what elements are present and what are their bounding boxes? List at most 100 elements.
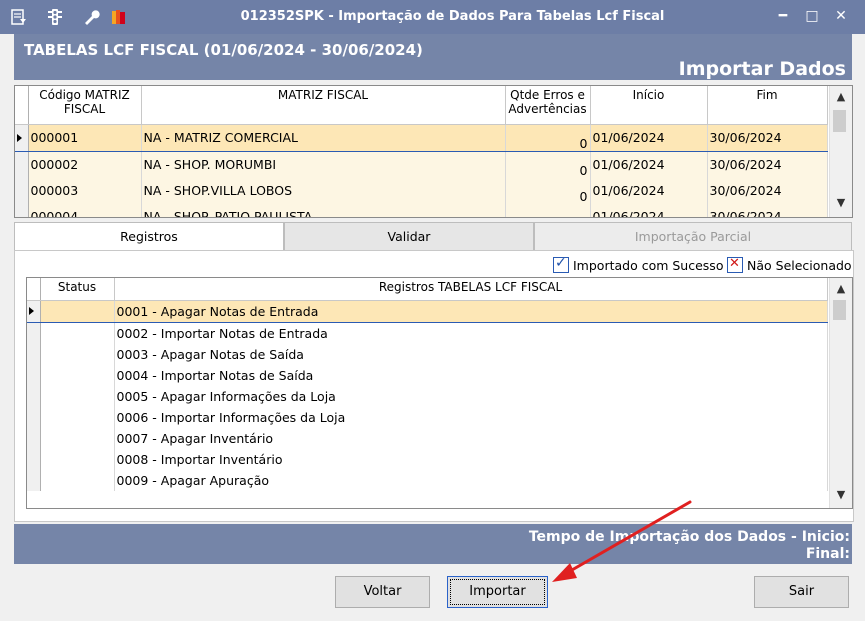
scroll-thumb[interactable] [833, 300, 846, 320]
import-time-bar: Tempo de Importação dos Dados - Inicio: … [14, 524, 852, 564]
window-titlebar: 012352SPK - Importação de Dados Para Tab… [0, 0, 865, 34]
list-item[interactable]: 0003 - Apagar Notas de Saída [27, 343, 828, 365]
cell-status[interactable] [40, 448, 115, 470]
cell-fim[interactable]: 30/06/2024 [707, 123, 828, 152]
list-item[interactable]: 0008 - Importar Inventário [27, 448, 828, 470]
cell-registro[interactable]: 0004 - Importar Notas de Saída [114, 364, 828, 386]
cell-status[interactable] [40, 469, 115, 491]
list-item[interactable]: 0002 - Importar Notas de Entrada [27, 322, 828, 344]
column-header-codigo[interactable]: Código MATRIZ FISCAL [28, 86, 142, 125]
cell-inicio[interactable]: 01/06/2024 [590, 123, 708, 152]
table-row[interactable]: 000002 NA - SHOP. MORUMBI 0 01/06/2024 3… [15, 151, 828, 178]
list-item[interactable]: 0006 - Importar Informações da Loja [27, 406, 828, 428]
cell-fim[interactable]: 30/06/2024 [707, 177, 828, 204]
table-row[interactable]: 000003 NA - SHOP.VILLA LOBOS 0 01/06/202… [15, 177, 828, 204]
checked-checkbox-icon [553, 255, 569, 273]
legend-not-selected-label: Não Selecionado [747, 258, 852, 273]
cell-registro[interactable]: 0007 - Apagar Inventário [114, 427, 828, 449]
cell-matriz[interactable]: NA - SHOP. MORUMBI [141, 151, 506, 178]
traffic-light-icon[interactable] [46, 8, 64, 26]
cell-registro[interactable]: 0009 - Apagar Apuração [114, 469, 828, 491]
column-header-erros[interactable]: Qtde Erros e Advertências [505, 86, 591, 125]
column-header-inicio[interactable]: Início [590, 86, 708, 125]
registros-grid[interactable]: Status Registros TABELAS LCF FISCAL 0001… [26, 277, 853, 509]
minimize-button[interactable]: ━ [772, 6, 794, 26]
column-header-matriz[interactable]: MATRIZ FISCAL [141, 86, 506, 125]
current-row-arrow-icon [29, 307, 34, 315]
cell-codigo[interactable]: 000004 [28, 203, 142, 217]
scroll-down-icon[interactable]: ▼ [830, 488, 852, 504]
cell-status[interactable] [40, 322, 115, 344]
cell-status[interactable] [40, 406, 115, 428]
row-indicator [15, 177, 29, 204]
cell-inicio[interactable]: 01/06/2024 [590, 151, 708, 178]
cell-erros[interactable]: 0 [505, 177, 591, 204]
matriz-grid-scrollbar[interactable]: ▲ ▼ [829, 86, 852, 217]
cell-codigo[interactable]: 000001 [28, 123, 142, 152]
tab-registros[interactable]: Registros [14, 222, 284, 251]
wrench-icon[interactable] [82, 8, 100, 26]
legend-success: Importado com Sucesso [553, 255, 723, 273]
books-icon[interactable] [110, 8, 128, 26]
cell-matriz[interactable]: NA - SHOP. PATIO PAULISTA [141, 203, 506, 217]
maximize-button[interactable]: □ [801, 6, 823, 26]
header-banner: TABELAS LCF FISCAL (01/06/2024 - 30/06/2… [14, 34, 852, 80]
cell-status[interactable] [40, 299, 115, 323]
tab-strip: Registros Validar Importação Parcial [14, 222, 852, 251]
row-indicator [27, 469, 41, 491]
cell-erros[interactable]: 0 [505, 151, 591, 178]
cell-registro[interactable]: 0005 - Apagar Informações da Loja [114, 385, 828, 407]
window-title: 012352SPK - Importação de Dados Para Tab… [240, 9, 665, 24]
column-header-registros[interactable]: Registros TABELAS LCF FISCAL [114, 278, 828, 301]
importar-button[interactable]: Importar [447, 576, 548, 608]
cell-status[interactable] [40, 385, 115, 407]
cell-inicio[interactable]: 01/06/2024 [590, 177, 708, 204]
cell-fim[interactable]: 30/06/2024 [707, 203, 828, 217]
cell-registro[interactable]: 0006 - Importar Informações da Loja [114, 406, 828, 428]
cell-matriz[interactable]: NA - SHOP.VILLA LOBOS [141, 177, 506, 204]
unchecked-x-icon [727, 256, 743, 273]
list-item[interactable]: 0001 - Apagar Notas de Entrada [27, 299, 828, 323]
scroll-down-icon[interactable]: ▼ [830, 196, 852, 212]
import-time-start-label: Tempo de Importação dos Dados - Inicio: [528, 529, 850, 545]
cell-registro[interactable]: 0002 - Importar Notas de Entrada [114, 322, 828, 344]
report-icon[interactable] [10, 8, 28, 26]
cell-erros[interactable]: 0 [505, 123, 591, 152]
column-header-status[interactable]: Status [40, 278, 115, 301]
row-indicator [27, 364, 41, 386]
close-button[interactable]: ✕ [830, 6, 852, 26]
scroll-up-icon[interactable]: ▲ [830, 90, 852, 106]
cell-registro[interactable]: 0008 - Importar Inventário [114, 448, 828, 470]
row-indicator [27, 343, 41, 365]
row-indicator [27, 427, 41, 449]
table-row[interactable]: 000004 NA - SHOP. PATIO PAULISTA 01/06/2… [15, 203, 828, 217]
list-item[interactable]: 0009 - Apagar Apuração [27, 469, 828, 491]
list-item[interactable]: 0005 - Apagar Informações da Loja [27, 385, 828, 407]
cell-matriz[interactable]: NA - MATRIZ COMERCIAL [141, 123, 506, 152]
cell-status[interactable] [40, 427, 115, 449]
matriz-grid[interactable]: Código MATRIZ FISCAL MATRIZ FISCAL Qtde … [14, 85, 853, 218]
cell-inicio[interactable]: 01/06/2024 [590, 203, 708, 217]
column-header-fim[interactable]: Fim [707, 86, 828, 125]
page-title: Importar Dados [678, 58, 846, 80]
cell-registro[interactable]: 0001 - Apagar Notas de Entrada [114, 299, 828, 323]
table-row[interactable]: 000001 NA - MATRIZ COMERCIAL 0 01/06/202… [15, 123, 828, 152]
row-indicator [15, 123, 29, 152]
list-item[interactable]: 0007 - Apagar Inventário [27, 427, 828, 449]
row-indicator [15, 151, 29, 178]
cell-codigo[interactable]: 000003 [28, 177, 142, 204]
voltar-button[interactable]: Voltar [335, 576, 430, 608]
tab-validar[interactable]: Validar [284, 222, 534, 251]
cell-registro[interactable]: 0003 - Apagar Notas de Saída [114, 343, 828, 365]
cell-status[interactable] [40, 343, 115, 365]
cell-codigo[interactable]: 000002 [28, 151, 142, 178]
current-row-arrow-icon [17, 133, 22, 142]
scroll-up-icon[interactable]: ▲ [830, 282, 852, 298]
cell-erros[interactable] [505, 203, 591, 217]
cell-status[interactable] [40, 364, 115, 386]
registros-grid-scrollbar[interactable]: ▲ ▼ [829, 278, 852, 508]
scroll-thumb[interactable] [833, 110, 846, 132]
cell-fim[interactable]: 30/06/2024 [707, 151, 828, 178]
sair-button[interactable]: Sair [754, 576, 849, 608]
list-item[interactable]: 0004 - Importar Notas de Saída [27, 364, 828, 386]
